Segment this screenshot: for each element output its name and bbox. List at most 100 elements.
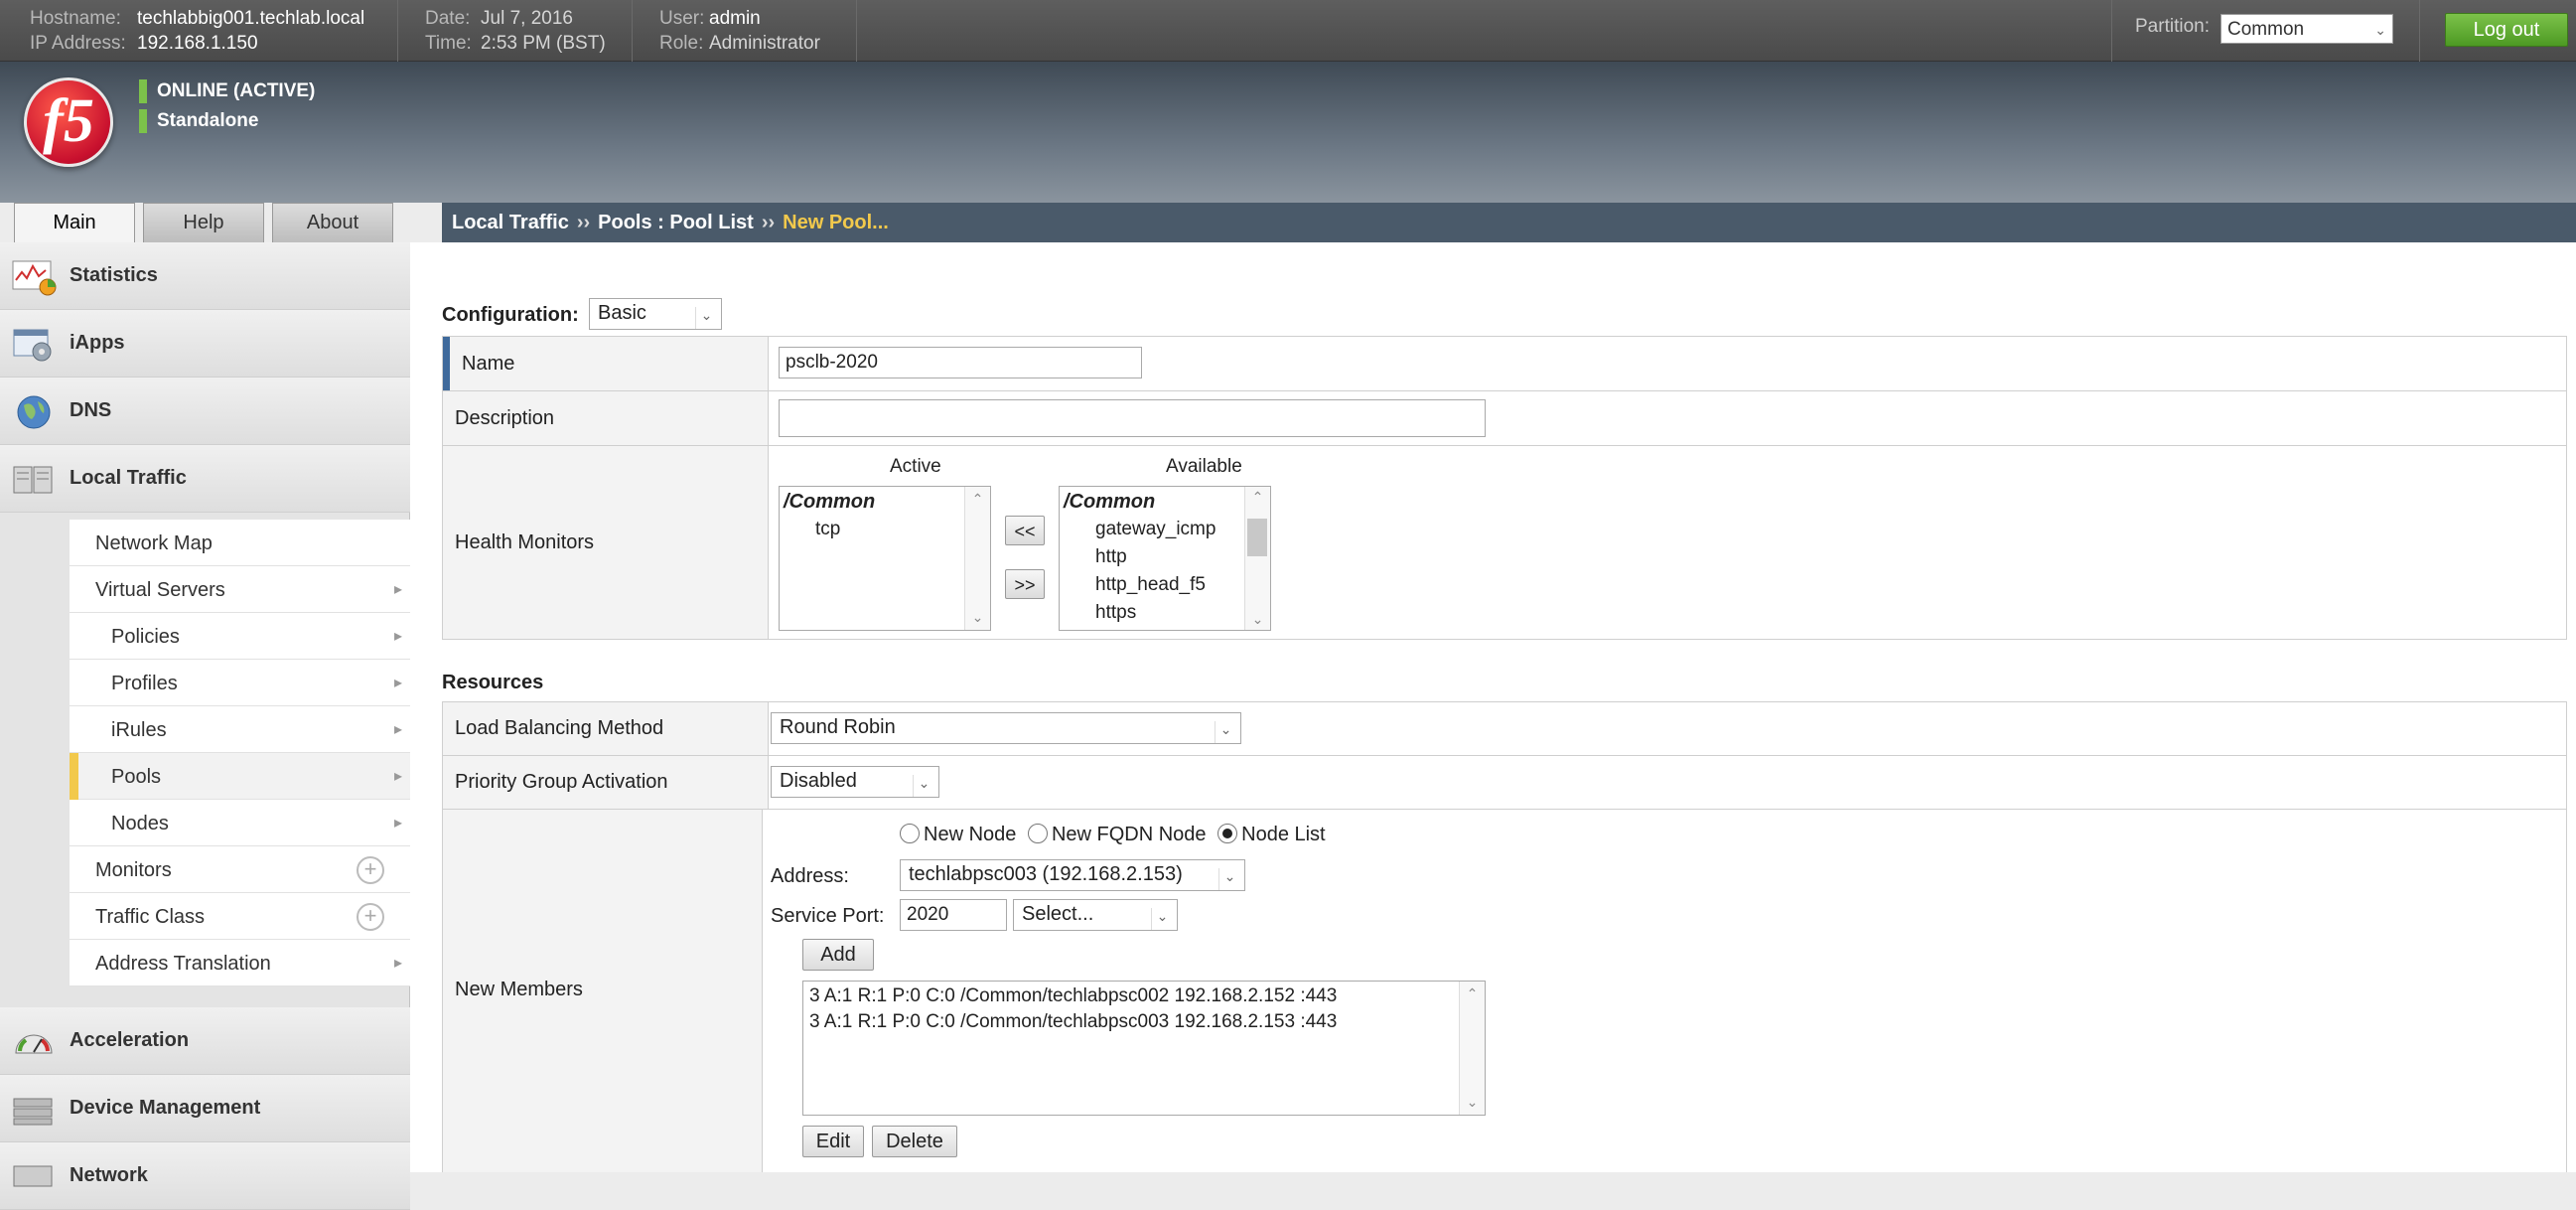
list-item[interactable]: http xyxy=(1095,546,1127,568)
health-label-cell: Health Monitors xyxy=(443,446,769,639)
list-item[interactable]: 3 A:1 R:1 P:0 C:0 /Common/techlabpsc003 … xyxy=(809,1011,1337,1033)
user-info: User: admin Role: Administrator xyxy=(659,6,820,56)
configuration-select[interactable]: Basic ⌄ xyxy=(589,298,722,330)
statistics-icon xyxy=(12,260,57,296)
sidebar-item-local-traffic[interactable]: Local Traffic xyxy=(0,445,410,513)
active-monitors-list[interactable]: /Common tcp ⌃ ⌄ xyxy=(779,486,991,631)
radio-circle-icon xyxy=(900,824,920,843)
sidebar-item-nodes[interactable]: Nodes ▸ xyxy=(70,800,410,846)
divider xyxy=(632,0,633,62)
sidebar-item-label: Profiles xyxy=(111,673,178,694)
radio-node-list[interactable]: Node List xyxy=(1217,824,1326,845)
tab-main[interactable]: Main xyxy=(14,203,135,242)
chevron-right-icon: ▸ xyxy=(393,721,402,738)
available-heading: Available xyxy=(1166,456,1242,477)
divider xyxy=(2111,0,2112,62)
sidebar-item-network-map[interactable]: Network Map xyxy=(70,520,410,566)
delete-member-button[interactable]: Delete xyxy=(872,1126,957,1157)
sidebar-item-irules[interactable]: iRules ▸ xyxy=(70,706,410,753)
sidebar-item-acceleration[interactable]: Acceleration xyxy=(0,1007,410,1075)
ip-label: IP Address: xyxy=(30,33,126,54)
new-members-row: New Members New Node New FQDN Node Node … xyxy=(442,809,2567,1172)
partition-value: Common xyxy=(2227,19,2305,40)
tab-about[interactable]: About xyxy=(272,203,393,242)
top-status-bar: Hostname: techlabbig001.techlab.local IP … xyxy=(0,0,2576,62)
sidebar-item-traffic-class[interactable]: Traffic Class + xyxy=(70,893,410,940)
chevron-right-icon: ▸ xyxy=(393,768,402,785)
name-label-cell: Name xyxy=(443,337,769,390)
breadcrumb-local-traffic[interactable]: Local Traffic xyxy=(452,212,569,233)
health-monitors-row: Health Monitors Active Available /Common… xyxy=(442,445,2567,640)
service-port-input[interactable]: 2020 xyxy=(900,899,1007,931)
move-to-active-button[interactable]: << xyxy=(1005,516,1045,545)
address-select[interactable]: techlabpsc003 (192.168.2.153) ⌄ xyxy=(900,859,1245,891)
move-to-available-button[interactable]: >> xyxy=(1005,569,1045,599)
sidebar-item-profiles[interactable]: Profiles ▸ xyxy=(70,660,410,706)
edit-member-button[interactable]: Edit xyxy=(802,1126,864,1157)
scrollbar[interactable]: ⌃ ⌄ xyxy=(1459,982,1485,1115)
sidebar-item-label: DNS xyxy=(70,399,112,421)
breadcrumb-pool-list[interactable]: Pools : Pool List xyxy=(598,212,754,233)
members-list[interactable]: 3 A:1 R:1 P:0 C:0 /Common/techlabpsc002 … xyxy=(802,981,1486,1116)
host-info: Hostname: techlabbig001.techlab.local IP … xyxy=(30,6,364,56)
sidebar-item-label: iRules xyxy=(111,719,167,741)
sidebar-item-device-management[interactable]: Device Management xyxy=(0,1075,410,1142)
sidebar-item-label: Network xyxy=(70,1164,148,1186)
sidebar-item-monitors[interactable]: Monitors + xyxy=(70,846,410,893)
logout-button[interactable]: Log out xyxy=(2445,13,2568,47)
add-circle-icon[interactable]: + xyxy=(357,903,384,931)
sidebar-item-dns[interactable]: DNS xyxy=(0,378,410,445)
chevron-right-icon: ▸ xyxy=(393,628,402,645)
sidebar-item-virtual-servers[interactable]: Virtual Servers ▸ xyxy=(70,566,410,613)
radio-new-node[interactable]: New Node xyxy=(900,824,1016,845)
active-heading: Active xyxy=(890,456,941,477)
list-item[interactable]: 3 A:1 R:1 P:0 C:0 /Common/techlabpsc002 … xyxy=(809,985,1337,1007)
health-monitors-label: Health Monitors xyxy=(455,531,595,553)
new-members-label: New Members xyxy=(455,979,583,1000)
partition-select[interactable]: Common ⌄ xyxy=(2220,14,2393,44)
user-value: admin xyxy=(709,8,761,29)
main-tabs: Main Help About xyxy=(0,203,410,242)
radio-new-fqdn-node[interactable]: New FQDN Node xyxy=(1027,824,1207,845)
role-value: Administrator xyxy=(709,33,820,54)
sidebar-item-pools[interactable]: Pools ▸ xyxy=(70,753,410,800)
sidebar-item-iapps[interactable]: iApps xyxy=(0,310,410,378)
sidebar-item-network[interactable]: Network xyxy=(0,1142,410,1210)
scrollbar[interactable]: ⌃ ⌄ xyxy=(964,487,990,630)
list-item[interactable]: http_head_f5 xyxy=(1095,574,1206,596)
partition-label: Partition: xyxy=(2135,16,2210,37)
sidebar-item-label: Policies xyxy=(111,626,180,648)
new-members-label-cell: New Members xyxy=(443,810,763,1172)
radio-label: Node List xyxy=(1241,824,1326,845)
device-icon xyxy=(13,1098,53,1126)
sidebar-item-statistics[interactable]: Statistics xyxy=(0,242,410,310)
available-group-header: /Common xyxy=(1064,491,1156,513)
available-monitors-list[interactable]: /Common gateway_icmp http http_head_f5 h… xyxy=(1059,486,1271,631)
network-icon xyxy=(13,1165,53,1187)
scrollbar[interactable]: ⌃ ⌄ xyxy=(1244,487,1270,630)
sidebar-item-label: Acceleration xyxy=(70,1029,190,1051)
service-port-label: Service Port: xyxy=(771,905,885,927)
list-item[interactable]: https xyxy=(1095,602,1136,624)
name-input[interactable]: psclb-2020 xyxy=(779,347,1142,378)
sidebar-item-label: Monitors xyxy=(95,859,172,881)
description-input[interactable] xyxy=(779,399,1486,437)
radio-circle-icon xyxy=(1027,824,1048,843)
tab-help[interactable]: Help xyxy=(143,203,264,242)
role-label: Role: xyxy=(659,33,704,54)
add-circle-icon[interactable]: + xyxy=(357,856,384,884)
lb-method-select[interactable]: Round Robin ⌄ xyxy=(771,712,1241,744)
device-mode: Standalone xyxy=(139,109,258,133)
service-port-select[interactable]: Select... ⌄ xyxy=(1013,899,1178,931)
status-online-text: ONLINE (ACTIVE) xyxy=(157,80,316,102)
hostname-label: Hostname: xyxy=(30,8,121,29)
sidebar-item-label: Device Management xyxy=(70,1097,261,1119)
add-member-button[interactable]: Add xyxy=(802,939,874,971)
local-traffic-icon xyxy=(13,466,53,494)
sidebar-item-policies[interactable]: Policies ▸ xyxy=(70,613,410,660)
sidebar-item-address-translation[interactable]: Address Translation ▸ xyxy=(70,940,410,986)
pga-select[interactable]: Disabled ⌄ xyxy=(771,766,939,798)
date-value: Jul 7, 2016 xyxy=(481,8,573,29)
list-item[interactable]: gateway_icmp xyxy=(1095,519,1216,540)
list-item[interactable]: tcp xyxy=(815,519,840,540)
